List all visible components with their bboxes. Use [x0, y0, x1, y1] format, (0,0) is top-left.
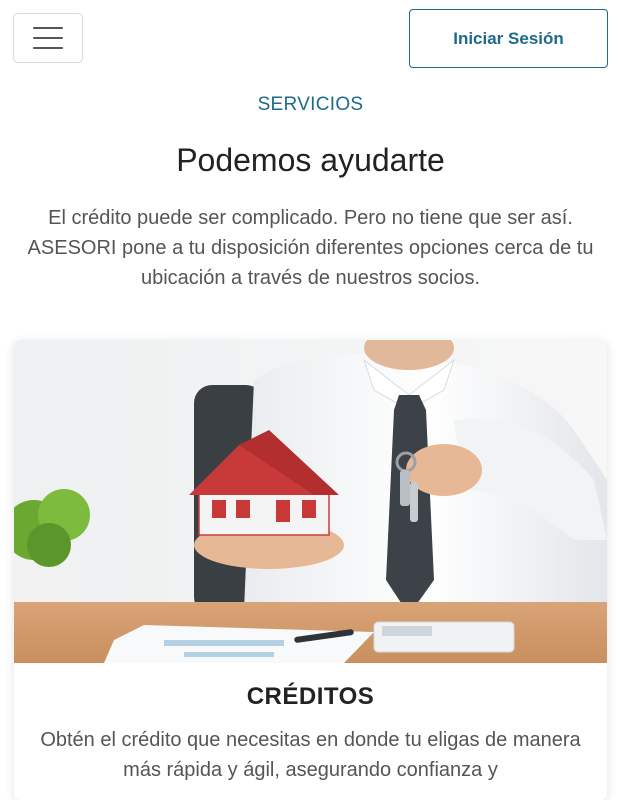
menu-bar-line: [33, 37, 63, 39]
section-eyebrow: SERVICIOS: [257, 94, 364, 115]
service-card-credits[interactable]: CRÉDITOS Obtén el crédito que necesitas …: [14, 340, 607, 800]
top-navbar: Iniciar Sesión: [0, 0, 621, 82]
card-description: Obtén el crédito que necesitas en donde …: [40, 729, 581, 781]
login-button[interactable]: Iniciar Sesión: [409, 9, 608, 68]
services-section: SERVICIOS Podemos ayudarte El crédito pu…: [0, 94, 621, 293]
section-title: Podemos ayudarte: [176, 142, 445, 178]
section-intro: El crédito puede ser complicado. Pero no…: [27, 207, 594, 289]
card-image-house-keys: [14, 340, 607, 663]
menu-bar-line: [33, 27, 63, 29]
card-title: CRÉDITOS: [246, 683, 375, 710]
hamburger-menu-button[interactable]: [13, 13, 83, 63]
menu-bar-line: [33, 47, 63, 49]
